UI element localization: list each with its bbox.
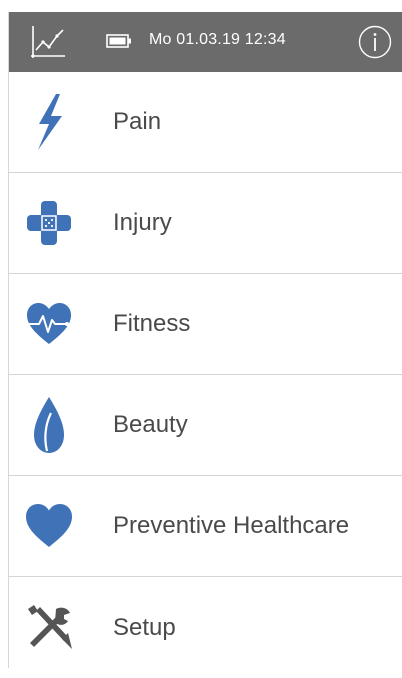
menu-item-pain[interactable]: Pain [9,72,402,173]
menu-item-label: Injury [113,209,172,236]
menu-item-beauty[interactable]: Beauty [9,375,402,476]
date-time-display: Mo 01.03.19 12:34 [149,31,286,48]
menu-item-preventive-healthcare[interactable]: Preventive Healthcare [9,476,402,577]
menu-item-label: Preventive Healthcare [113,512,350,539]
heartbeat-icon [23,298,75,350]
menu-item-label: Beauty [113,411,188,438]
battery-icon [106,34,132,48]
menu-item-label: Setup [113,613,176,641]
main-menu: Pain Injury Fitness Beauty Preventive He… [9,72,402,678]
info-icon[interactable] [358,25,392,59]
app-screen: Mo 01.03.19 12:34 Pain Injury Fitness Be… [8,12,402,668]
heart-icon [23,500,75,552]
menu-item-setup[interactable]: Setup [9,577,402,678]
chart-icon[interactable] [27,22,69,62]
menu-item-label: Pain [113,108,162,135]
leaf-icon [23,397,75,453]
menu-item-fitness[interactable]: Fitness [9,274,402,375]
tools-icon [23,602,75,654]
lightning-icon [23,94,75,150]
top-bar: Mo 01.03.19 12:34 [9,12,402,72]
menu-item-injury[interactable]: Injury [9,173,402,274]
bandage-icon [23,197,75,249]
menu-item-label: Fitness [113,310,191,337]
